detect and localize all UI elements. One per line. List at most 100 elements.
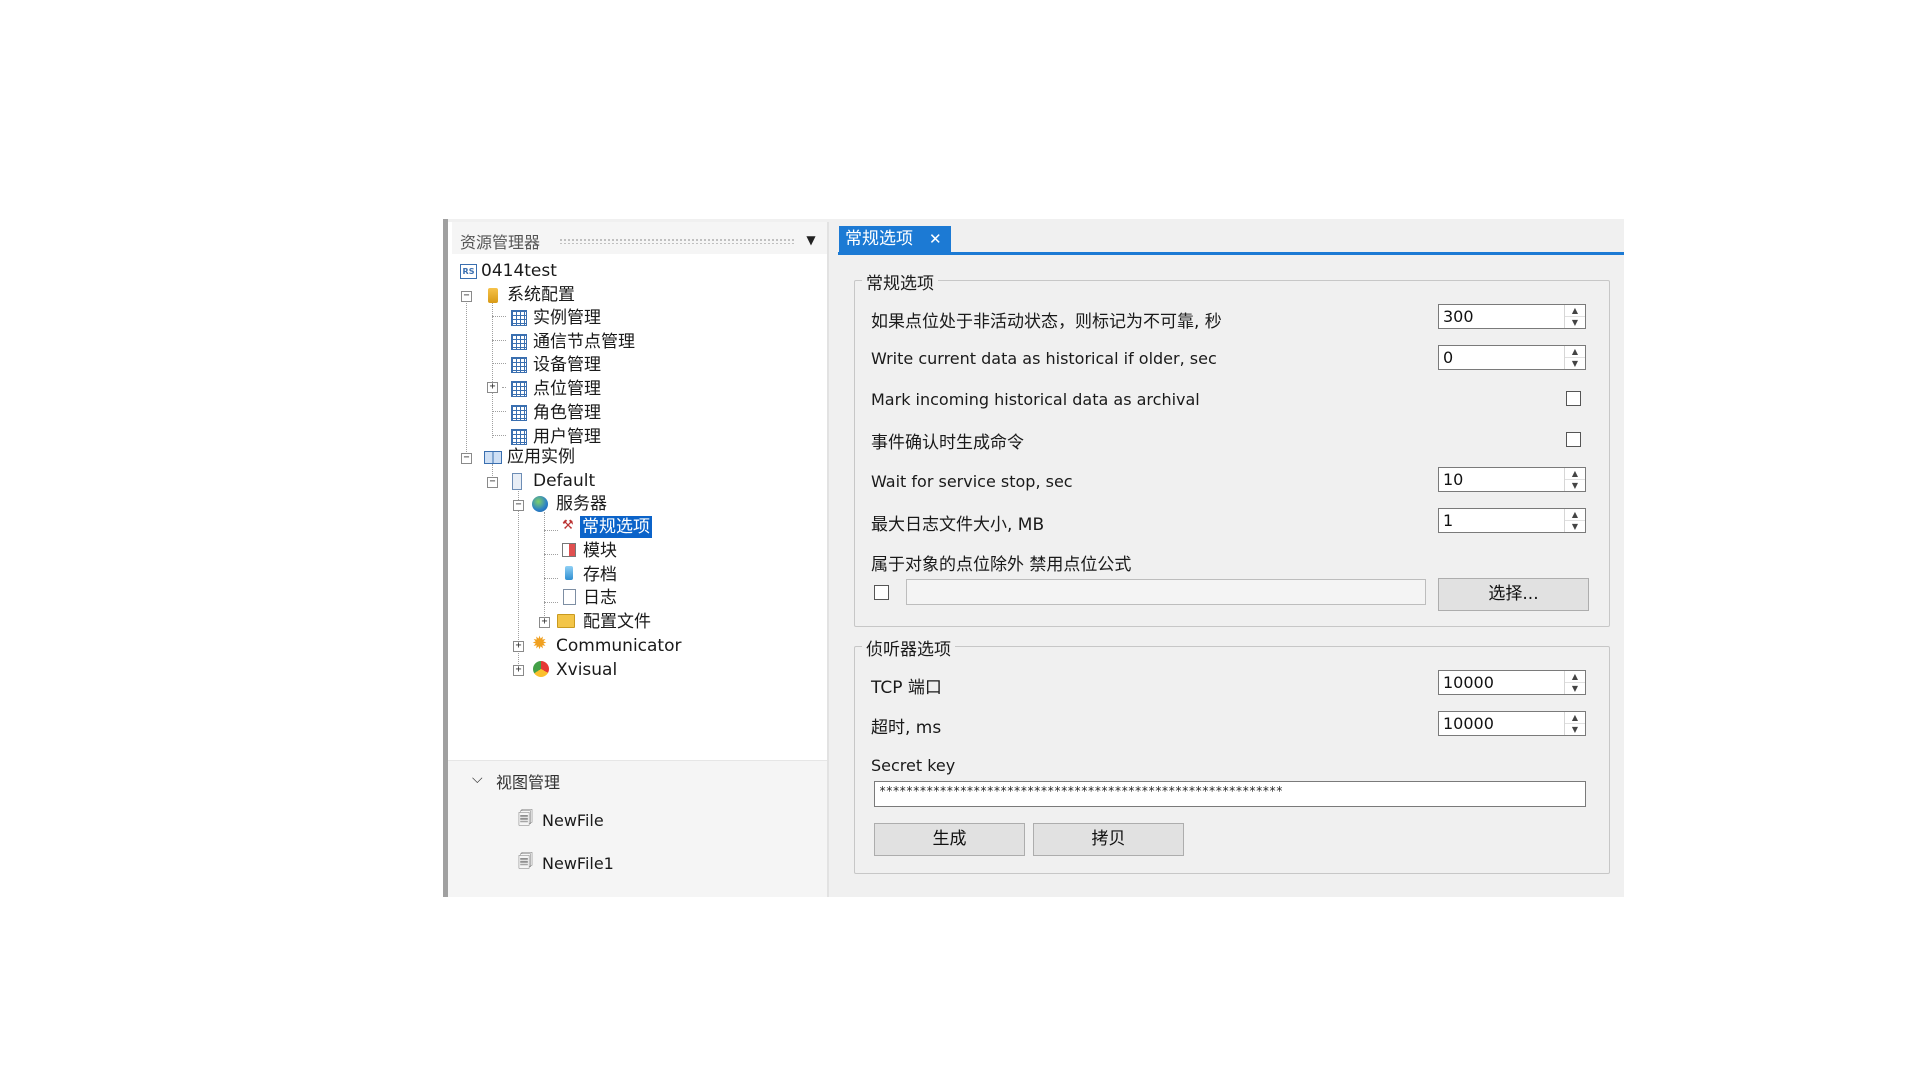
tcp-port-label: TCP 端口 (871, 678, 942, 698)
tree-line (544, 554, 558, 555)
event-ack-label: 事件确认时生成命令 (871, 433, 1024, 453)
timeout-spinner[interactable]: 10000 ▲ ▼ (1438, 711, 1586, 736)
mark-archival-label: Mark incoming historical data as archiva… (871, 390, 1200, 409)
spin-up-icon[interactable]: ▲ (1565, 468, 1585, 480)
collapse-icon[interactable]: − (461, 291, 472, 302)
tree-node-config-files[interactable]: 配置文件 (583, 611, 651, 633)
listener-options-legend: 侦听器选项 (862, 635, 955, 660)
collapse-icon[interactable]: − (487, 477, 498, 488)
spin-down-icon[interactable]: ▼ (1565, 683, 1585, 694)
spin-up-icon[interactable]: ▲ (1565, 671, 1585, 683)
spin-up-icon[interactable]: ▲ (1565, 509, 1585, 521)
chevron-down-icon[interactable]: ⌵ (472, 771, 483, 787)
close-icon[interactable]: ✕ (929, 226, 942, 253)
write-hist-spinner[interactable]: 0 ▲ ▼ (1438, 345, 1586, 370)
module-icon (562, 543, 576, 557)
disable-formula-checkbox[interactable] (874, 585, 889, 600)
tree-line (492, 316, 506, 317)
max-log-value[interactable]: 1 (1443, 509, 1453, 532)
tree-node-app-instance[interactable]: 应用实例 (507, 446, 575, 468)
page-icon: 🗐 (518, 809, 533, 827)
copy-button[interactable]: 拷贝 (1033, 823, 1184, 856)
table-icon (511, 357, 527, 373)
timeout-value[interactable]: 10000 (1443, 712, 1494, 735)
tree-node-instance-mgmt[interactable]: 实例管理 (533, 307, 601, 329)
mark-archival-checkbox[interactable] (1566, 391, 1581, 406)
tree-line (466, 298, 467, 458)
table-icon (511, 334, 527, 350)
view-item[interactable]: NewFile (542, 811, 604, 830)
tree-node-archive[interactable]: 存档 (583, 564, 617, 586)
secret-key-field[interactable]: ****************************************… (874, 781, 1586, 807)
generate-button[interactable]: 生成 (874, 823, 1025, 856)
expand-icon[interactable]: + (539, 617, 550, 628)
collapse-icon[interactable]: − (513, 500, 524, 511)
tab-general-options[interactable]: 常规选项 ✕ (839, 226, 951, 253)
tree-node-user-mgmt[interactable]: 用户管理 (533, 426, 601, 448)
view-section-title[interactable]: 视图管理 (496, 769, 560, 793)
spinner-buttons: ▲ ▼ (1564, 346, 1585, 369)
spinner-buttons: ▲ ▼ (1564, 509, 1585, 532)
tree-node-system-config[interactable]: 系统配置 (507, 284, 575, 306)
tcp-port-spinner[interactable]: 10000 ▲ ▼ (1438, 670, 1586, 695)
spin-up-icon[interactable]: ▲ (1565, 305, 1585, 317)
spinner-buttons: ▲ ▼ (1564, 305, 1585, 328)
tab-label: 常规选项 (845, 229, 913, 249)
view-item[interactable]: NewFile1 (542, 854, 614, 873)
table-icon (511, 405, 527, 421)
instances-icon (484, 451, 502, 464)
chevron-down-icon[interactable]: ▼ (800, 229, 822, 251)
table-icon (511, 381, 527, 397)
inactive-spinner[interactable]: 300 ▲ ▼ (1438, 304, 1586, 329)
tree-node-root[interactable]: 0414test (481, 260, 557, 282)
expand-icon[interactable]: + (487, 382, 498, 393)
expand-icon[interactable]: + (513, 641, 524, 652)
tree-line (492, 435, 506, 436)
tree-node-general-options[interactable]: 常规选项 (580, 516, 652, 538)
tree-node-default[interactable]: Default (533, 470, 595, 492)
write-hist-value[interactable]: 0 (1443, 346, 1453, 369)
tree-node-modules[interactable]: 模块 (583, 540, 617, 562)
root-project-icon: RS (460, 264, 477, 279)
spin-up-icon[interactable]: ▲ (1565, 346, 1585, 358)
tree-line (544, 512, 545, 624)
tree-node-role-mgmt[interactable]: 角色管理 (533, 402, 601, 424)
tree-node-device-mgmt[interactable]: 设备管理 (533, 354, 601, 376)
tree-line (502, 387, 506, 388)
tree-node-comm-node-mgmt[interactable]: 通信节点管理 (533, 331, 635, 353)
spin-down-icon[interactable]: ▼ (1565, 317, 1585, 328)
tcp-port-value[interactable]: 10000 (1443, 671, 1494, 694)
server-instance-icon (512, 473, 522, 490)
wait-stop-value[interactable]: 10 (1443, 468, 1463, 491)
tree-line (492, 411, 506, 412)
spin-up-icon[interactable]: ▲ (1565, 712, 1585, 724)
spin-down-icon[interactable]: ▼ (1565, 358, 1585, 369)
explorer-grip[interactable] (559, 238, 795, 244)
disable-formula-field[interactable] (906, 579, 1426, 605)
tree-node-log[interactable]: 日志 (583, 587, 617, 609)
tree-node-point-mgmt[interactable]: 点位管理 (533, 378, 601, 400)
secret-key-label: Secret key (871, 756, 956, 775)
panel-splitter[interactable] (827, 222, 829, 897)
spin-down-icon[interactable]: ▼ (1565, 480, 1585, 491)
event-ack-checkbox[interactable] (1566, 432, 1581, 447)
spinner-buttons: ▲ ▼ (1564, 468, 1585, 491)
tree-line (544, 530, 558, 531)
tree-line (544, 602, 558, 603)
collapse-icon[interactable]: − (461, 453, 472, 464)
tree-node-communicator[interactable]: Communicator (556, 635, 681, 657)
spin-down-icon[interactable]: ▼ (1565, 521, 1585, 532)
wait-stop-spinner[interactable]: 10 ▲ ▼ (1438, 467, 1586, 492)
spinner-buttons: ▲ ▼ (1564, 671, 1585, 694)
database-icon (488, 288, 498, 303)
expand-icon[interactable]: + (513, 665, 524, 676)
folder-icon (557, 614, 575, 628)
inactive-value[interactable]: 300 (1443, 305, 1474, 328)
table-icon (511, 310, 527, 326)
tree-node-xvisual[interactable]: Xvisual (556, 659, 617, 681)
tree-node-server[interactable]: 服务器 (556, 493, 607, 515)
select-button[interactable]: 选择... (1438, 578, 1589, 611)
max-log-spinner[interactable]: 1 ▲ ▼ (1438, 508, 1586, 533)
spin-down-icon[interactable]: ▼ (1565, 724, 1585, 735)
tree-line (492, 363, 506, 364)
